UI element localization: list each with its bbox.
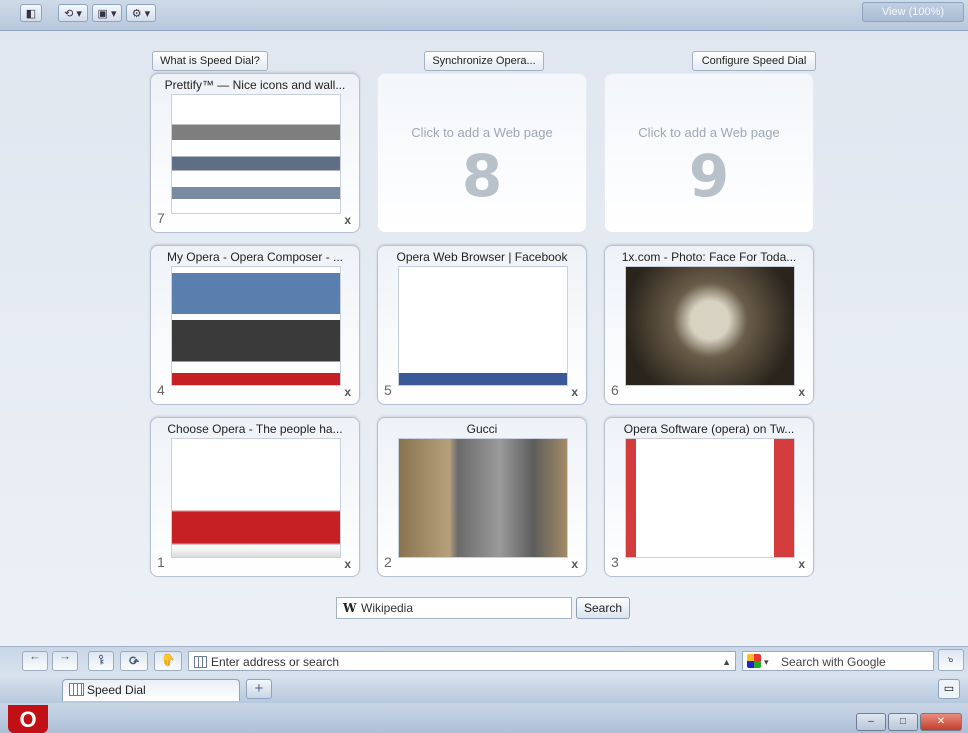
search-go-icon[interactable]: ⌕ <box>938 649 964 671</box>
empty-dial-8[interactable]: 8 Click to add a Web page <box>377 73 587 233</box>
dial-thumbnail <box>398 266 568 386</box>
dial-close-icon[interactable]: x <box>571 557 578 571</box>
speed-dial-1[interactable]: 1 x Choose Opera - The people ha... <box>150 417 360 577</box>
empty-dial-number: 8 <box>461 142 503 210</box>
key-icon[interactable]: ⚷ <box>88 651 114 671</box>
speed-dial-7[interactable]: 7 x Prettify™ — Nice icons and wall... <box>150 73 360 233</box>
close-window-button[interactable]: ✕ <box>920 713 962 731</box>
status-toolbar: ◧ ⟲ ▾ ▣ ▾ ⚙ ▾ View (100%) <box>0 0 968 31</box>
empty-dial-9[interactable]: 9 Click to add a Web page <box>604 73 814 233</box>
dial-number: 4 <box>157 382 165 398</box>
minimize-button[interactable]: ‒ <box>856 713 886 731</box>
speed-dial-6[interactable]: 6 x 1x.com - Photo: Face For Toda... <box>604 245 814 405</box>
maximize-button[interactable]: □ <box>888 713 918 731</box>
dial-thumbnail <box>171 438 341 558</box>
dial-close-icon[interactable]: x <box>798 385 805 399</box>
view-zoom-button[interactable]: View (100%) <box>862 2 964 22</box>
search-field[interactable]: ▾ Search with Google <box>742 651 934 671</box>
search-placeholder: Search with Google <box>781 655 886 669</box>
dial-number: 3 <box>611 554 619 570</box>
empty-dial-number: 9 <box>688 142 730 210</box>
dial-title: Choose Opera - The people ha... <box>167 422 343 436</box>
new-tab-button[interactable]: + <box>246 679 272 699</box>
dial-title: Opera Web Browser | Facebook <box>396 250 568 264</box>
dial-number: 1 <box>157 554 165 570</box>
dial-close-icon[interactable]: x <box>344 385 351 399</box>
speed-dial-grid-icon <box>69 683 84 696</box>
tab-label: Speed Dial <box>87 683 146 697</box>
empty-dial-hint: Click to add a Web page <box>411 125 553 140</box>
dial-thumbnail <box>171 266 341 386</box>
search-engine-label: Wikipedia <box>361 601 414 615</box>
dial-close-icon[interactable]: x <box>571 385 578 399</box>
dial-close-icon[interactable]: x <box>344 557 351 571</box>
address-dropdown-icon[interactable]: ▲ <box>722 652 731 672</box>
speed-dial-3[interactable]: 3 x Opera Software (opera) on Tw... <box>604 417 814 577</box>
search-engine-dropdown-icon[interactable]: ▾ <box>764 652 769 672</box>
dial-title: My Opera - Opera Composer - ... <box>166 250 344 264</box>
what-is-speed-dial-button[interactable]: What is Speed Dial? <box>152 51 268 71</box>
dial-close-icon[interactable]: x <box>344 213 351 227</box>
dial-title: Prettify™ — Nice icons and wall... <box>164 78 346 92</box>
speed-dial-search-input[interactable]: W Wikipedia <box>336 597 572 619</box>
address-input[interactable]: Enter address or search ▲ <box>188 651 736 671</box>
settings-menu-button[interactable]: ⚙ ▾ <box>126 4 156 22</box>
dial-thumbnail <box>398 438 568 558</box>
dial-thumbnail <box>171 94 341 214</box>
opera-logo-icon[interactable]: O <box>8 705 48 733</box>
speed-dial-search-button[interactable]: Search <box>576 597 630 619</box>
wikipedia-icon: W <box>343 601 357 615</box>
dial-thumbnail <box>625 438 795 558</box>
speed-dial-5[interactable]: 5 x Opera Web Browser | Facebook <box>377 245 587 405</box>
dial-title: Gucci <box>466 422 498 436</box>
unite-menu-button[interactable]: ▣ ▾ <box>92 4 122 22</box>
forward-button[interactable]: → <box>52 651 78 671</box>
wand-icon[interactable]: ✋ <box>154 651 182 671</box>
dial-number: 2 <box>384 554 392 570</box>
dial-number: 7 <box>157 210 165 226</box>
page-grid-icon <box>194 656 207 668</box>
back-button[interactable]: ← <box>22 651 48 671</box>
speed-dial-4[interactable]: 4 x My Opera - Opera Composer - ... <box>150 245 360 405</box>
dial-thumbnail <box>625 266 795 386</box>
window-controls: ‒ □ ✕ <box>856 713 962 731</box>
address-toolbar: ← → ⚷ ⟳ ✋ Enter address or search ▲ ▾ Se… <box>0 646 968 677</box>
address-placeholder: Enter address or search <box>211 655 340 669</box>
configure-speed-dial-button[interactable]: Configure Speed Dial <box>692 51 816 71</box>
empty-dial-hint: Click to add a Web page <box>638 125 780 140</box>
dial-title: 1x.com - Photo: Face For Toda... <box>621 250 797 264</box>
panel-icon[interactable]: ▭ <box>938 679 960 699</box>
sync-menu-button[interactable]: ⟲ ▾ <box>58 4 88 22</box>
tab-strip: Speed Dial + ▭ <box>0 676 968 703</box>
synchronize-opera-button[interactable]: Synchronize Opera... <box>424 51 544 71</box>
dial-close-icon[interactable]: x <box>798 557 805 571</box>
dial-number: 6 <box>611 382 619 398</box>
dial-number: 5 <box>384 382 392 398</box>
dial-title: Opera Software (opera) on Tw... <box>623 422 795 436</box>
window-titlebar: O ‒ □ ✕ <box>0 702 968 733</box>
google-icon[interactable] <box>747 654 761 668</box>
speed-dial-2[interactable]: 2 x Gucci <box>377 417 587 577</box>
reload-button[interactable]: ⟳ <box>120 651 148 671</box>
panel-toggle-button[interactable]: ◧ <box>20 4 42 22</box>
tab-speed-dial[interactable]: Speed Dial <box>62 679 240 701</box>
